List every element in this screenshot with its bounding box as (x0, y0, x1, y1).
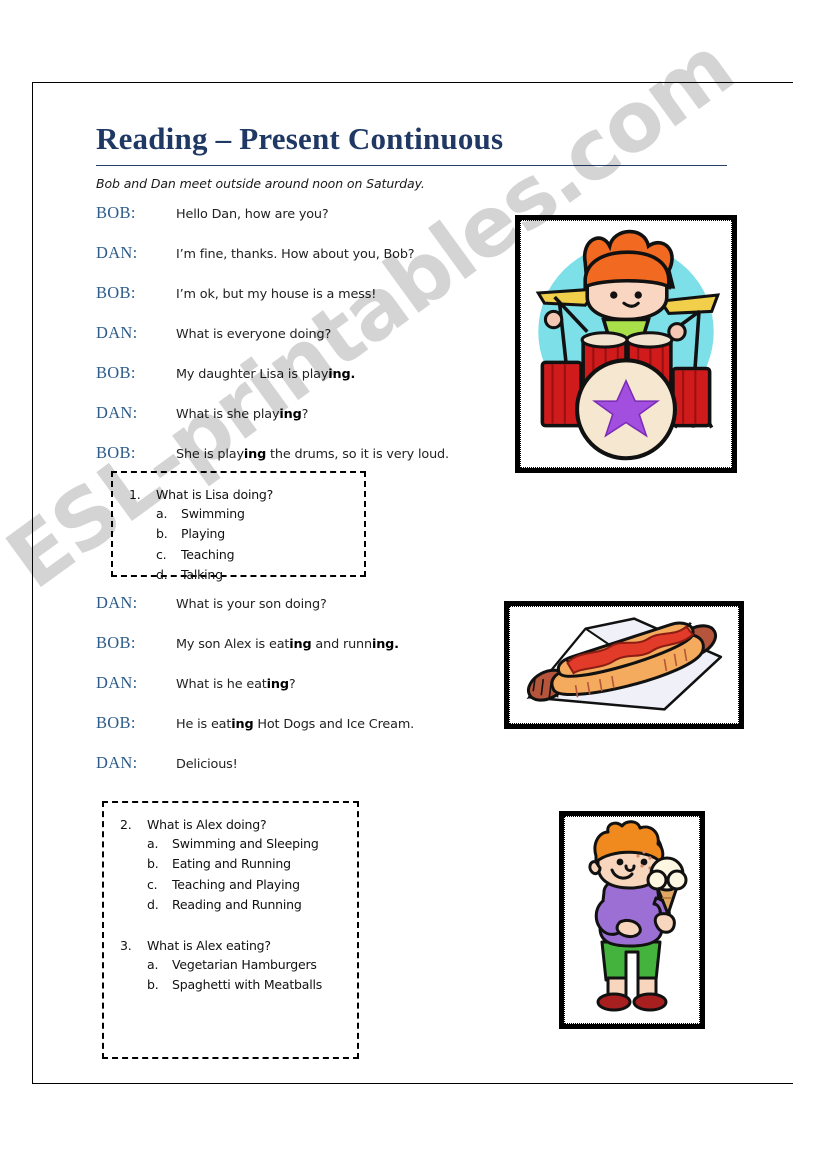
question-item: 2. What is Alex doing? a. Swimming and Slee… (120, 817, 343, 916)
option-text: Reading and Running (172, 897, 302, 913)
question-box-two: 2. What is Alex doing? a. Swimming and Slee… (102, 801, 359, 1059)
dialogue-line: DAN: Delicious! (96, 753, 756, 773)
speaker-label: BOB: (96, 282, 136, 302)
utterance-text: What is your son doing? (176, 596, 327, 612)
speaker-label: DAN: (96, 752, 138, 772)
option-text: Vegetarian Hamburgers (172, 956, 317, 972)
speaker-label: DAN: (96, 402, 138, 422)
title-divider (96, 164, 727, 166)
worksheet-page: Reading – Present Continuous Bob and Dan… (32, 82, 793, 1084)
boy-with-ice-cream-image-matte (564, 816, 700, 1024)
option-letter: a. (147, 956, 159, 972)
utterance-text: I’m ok, but my house is a mess! (176, 286, 377, 302)
intro-text: Bob and Dan meet outside around noon on … (96, 175, 425, 191)
utterance-text: She is playing the drums, so it is very … (176, 446, 449, 462)
utterance-text: What is he eating? (176, 676, 296, 692)
utterance-text: What is she playing? (176, 406, 309, 422)
option-letter: d. (147, 897, 159, 913)
option-letter: c. (147, 876, 158, 892)
option-text: Spaghetti with Meatballs (172, 976, 323, 992)
option-letter: b. (147, 856, 159, 872)
drummer-girl-image-matte (520, 220, 732, 468)
page-title: Reading – Present Continuous (96, 121, 504, 156)
utterance-text: Delicious! (176, 756, 238, 772)
utterance-text: He is eating Hot Dogs and Ice Cream. (176, 716, 415, 732)
option-letter: a. (147, 836, 159, 851)
speaker-label: DAN: (96, 592, 138, 612)
option-text: Teaching and Playing (172, 876, 300, 892)
drummer-girl-clipart (535, 229, 721, 461)
speaker-label: DAN: (96, 242, 138, 262)
speaker-label: BOB: (96, 712, 136, 732)
speaker-label: BOB: (96, 442, 136, 462)
answer-option[interactable]: b. Eating and Running (120, 854, 343, 874)
option-letter: b. (147, 976, 159, 992)
answer-option[interactable]: c. Teaching and Playing (120, 875, 343, 895)
utterance-text: My daughter Lisa is playing. (176, 366, 356, 382)
hot-dog-image-matte (509, 606, 739, 724)
utterance-text: I’m fine, thanks. How about you, Bob? (176, 246, 415, 262)
question-prompt: 2. What is Alex doing? (120, 817, 343, 832)
question-text: What is Alex eating? (147, 937, 271, 953)
option-text: Eating and Running (172, 856, 291, 872)
drummer-girl-image-frame (515, 215, 737, 473)
answer-option[interactable]: a. Vegetarian Hamburgers (120, 955, 343, 975)
option-text: Swimming and Sleeping (172, 836, 319, 851)
question-number: 3. (120, 937, 132, 953)
answer-option[interactable]: a. Swimming and Sleeping (120, 834, 343, 854)
question-text: What is Alex doing? (147, 817, 267, 832)
boy-with-ice-cream-image-frame (559, 811, 705, 1029)
answer-option-list: a. Swimming and Sleeping b. Eating and Runn… (120, 834, 343, 916)
question-prompt: 3. What is Alex eating? (120, 938, 343, 953)
boy-with-ice-cream-clipart (588, 820, 688, 1012)
hot-dog-image-frame (504, 601, 744, 729)
speaker-label: DAN: (96, 672, 138, 692)
speaker-label: DAN: (96, 322, 138, 342)
answer-option-list: a. Vegetarian Hamburgers b. Spaghetti with … (120, 955, 343, 996)
utterance-text: Hello Dan, how are you? (176, 206, 329, 222)
question-item: 3. What is Alex eating? a. Vegetarian Hambu… (120, 938, 343, 996)
utterance-text: What is everyone doing? (176, 326, 332, 342)
answer-option[interactable]: b. Spaghetti with Meatballs (120, 975, 343, 995)
hot-dog-clipart (526, 617, 723, 711)
question-number: 2. (120, 817, 132, 832)
utterance-text: My son Alex is eating and running. (176, 636, 399, 652)
speaker-label: BOB: (96, 202, 136, 222)
speaker-label: BOB: (96, 362, 136, 382)
answer-option[interactable]: d. Reading and Running (120, 895, 343, 915)
speaker-label: BOB: (96, 632, 136, 652)
